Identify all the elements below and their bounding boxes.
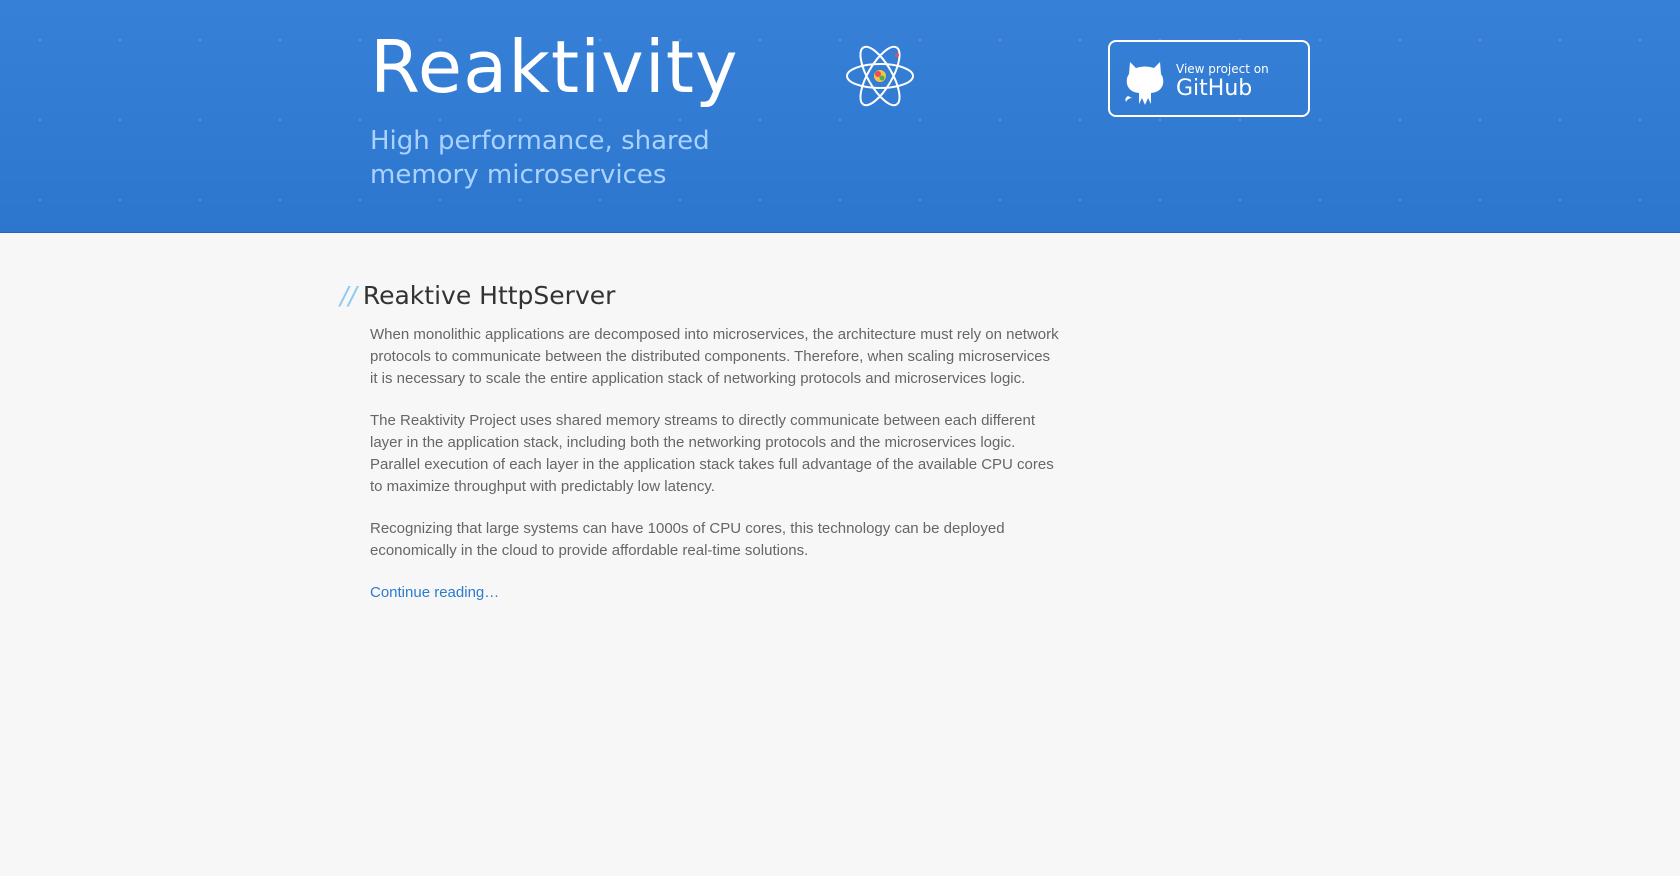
section-title: Reaktive HttpServer xyxy=(362,281,616,310)
section-heading: //Reaktive HttpServer xyxy=(340,280,1060,312)
section-prefix: // xyxy=(340,281,357,310)
paragraph: Recognizing that large systems can have … xyxy=(370,520,1005,559)
github-button-small-label: View project on xyxy=(1176,62,1269,76)
octocat-icon xyxy=(1125,62,1164,105)
atom-logo-icon xyxy=(846,45,914,107)
article-body: When monolithic applications are decompo… xyxy=(370,324,1060,604)
main-content: //Reaktive HttpServer When monolithic ap… xyxy=(340,280,1060,604)
site-header: Reaktivity High performance, shared memo… xyxy=(0,0,1680,233)
continue-reading-link[interactable]: Continue reading… xyxy=(370,584,499,601)
header-inner: Reaktivity High performance, shared memo… xyxy=(370,0,1310,232)
paragraph: When monolithic applications are decompo… xyxy=(370,326,1059,387)
github-button[interactable]: View project on GitHub xyxy=(1108,40,1310,117)
paragraph: The Reaktivity Project uses shared memor… xyxy=(370,412,1054,495)
site-tagline: High performance, shared memory microser… xyxy=(370,126,710,190)
site-title: Reaktivity xyxy=(370,25,739,109)
github-button-big-label: GitHub xyxy=(1176,76,1253,101)
